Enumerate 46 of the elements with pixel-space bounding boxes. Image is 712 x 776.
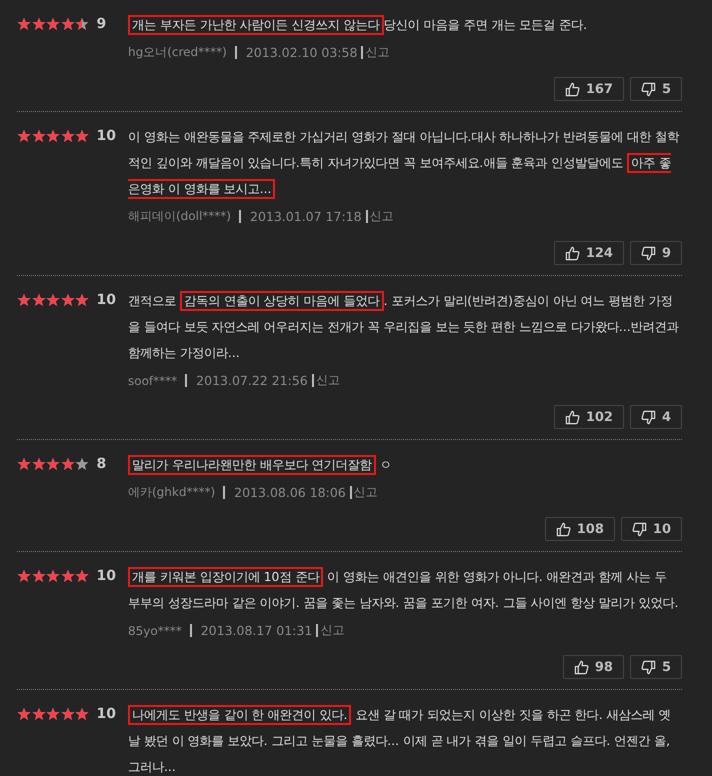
like-button[interactable]: 108 (544, 517, 615, 541)
report-link[interactable]: 신고 (365, 44, 390, 61)
dislike-button[interactable]: 10 (620, 517, 682, 541)
dislike-button[interactable]: 5 (630, 655, 682, 679)
report-link[interactable]: 신고 (316, 372, 340, 389)
like-button[interactable]: 167 (554, 77, 624, 101)
score: 10 (96, 706, 116, 722)
review-text: 개를 키워본 입장이기에 10점 준다 이 영화는 애견인을 위한 영화가 아니다. 애완견과 함께 사는 두 부부의 성장드라마 같은 이야기. 꿈을 좇는 남자와. 꿈을 포기한 여자. 그들 사이엔 항상 말리가 있었다. (128, 564, 682, 616)
score: 10 (96, 568, 116, 584)
review-date: 2013.07.22 21:56 (185, 374, 314, 387)
report-link[interactable]: 신고 (354, 484, 378, 501)
review-date: 2013.01.07 17:18 (239, 210, 368, 223)
author-name: 에카(ghkd****) (128, 484, 216, 501)
review-text: 갠적으로 감독의 연출이 상당히 마음에 들었다 . 포커스가 말리(반려견)중심이 아닌 여느 평범한 가정을 들여다 보듯 자연스레 어우러지는 전개가 꼭 우리집을 보는 듯한 편한 느낌으로 다가왔다...반려견과 함께하는 가정이라... (128, 288, 682, 366)
thumbs-down-icon (640, 246, 656, 260)
dislike-button[interactable]: 5 (630, 77, 682, 101)
thumbs-up-icon (556, 522, 571, 536)
like-button[interactable]: 98 (562, 655, 624, 679)
like-button[interactable]: 102 (554, 405, 624, 429)
author-name: 해피데이(doll****) (128, 208, 232, 225)
report-link[interactable]: 신고 (320, 622, 344, 639)
thumbs-down-icon (640, 660, 656, 674)
thumbs-up-icon (564, 410, 580, 424)
thumbs-up-icon (564, 82, 580, 96)
like-button[interactable]: 124 (554, 241, 624, 265)
review-text: 말리가 우리나라왠만한 배우보다 연기더잘함 ㅇ (128, 452, 682, 478)
score: 10 (96, 128, 116, 144)
author-name: 85yo**** (128, 624, 183, 638)
thumbs-down-icon (632, 522, 647, 536)
score: 9 (96, 16, 106, 32)
thumbs-up-icon (574, 660, 589, 674)
review-date: 2013.02.10 03:58 (234, 46, 364, 59)
review-text: 개는 부자든 가난한 사람이든 신경쓰지 않는다 당신이 마음을 주면 개는 모든걸 준다. (128, 12, 682, 38)
review-date: 2013.08.06 18:06 (223, 486, 352, 499)
thumbs-down-icon (640, 82, 656, 96)
review-text: 나에게도 반생을 같이 한 애완견이 있다. 요샌 갈 때가 되었는지 이상한 짓을 하곤 한다. 새삼스레 옛날 봤던 이 영화를 보았다. 그리고 눈물을 흘렸다... 이제 곧 내가 겪을 일이 두렵고 슬프다. 언젠간 올, 그러나... (128, 702, 682, 776)
dislike-button[interactable]: 4 (630, 405, 682, 429)
dislike-button[interactable]: 9 (630, 241, 682, 265)
score: 8 (96, 456, 106, 472)
thumbs-down-icon (640, 410, 656, 424)
thumbs-up-icon (564, 246, 580, 260)
author-name: hg오너(cred****) (128, 44, 228, 61)
report-link[interactable]: 신고 (370, 208, 394, 225)
author-name: soof**** (128, 374, 178, 388)
score: 10 (96, 292, 116, 308)
review-date: 2013.08.17 01:31 (190, 624, 318, 637)
